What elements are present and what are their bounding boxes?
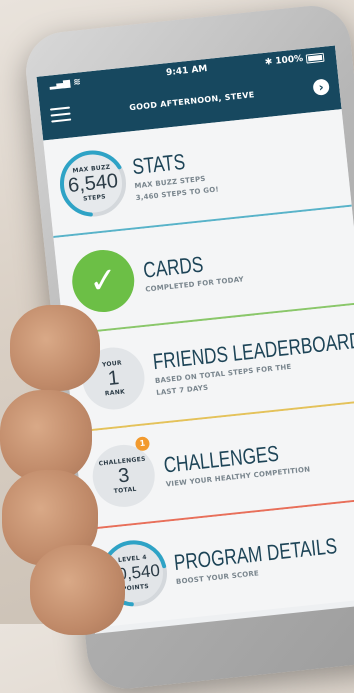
leaderboard-text: FRIENDS LEADERBOARD BASED ON TOTAL STEPS…: [152, 321, 354, 399]
stats-steps-badge: MAX BUZZ 6,540 STEPS: [58, 149, 128, 218]
program-text: PROGRAM DETAILS BOOST YOUR SCORE: [173, 528, 354, 588]
challenges-text: CHALLENGES VIEW YOUR HEALTHY COMPETITION: [163, 437, 314, 490]
challenges-badge-value: 3: [117, 464, 131, 488]
notification-badge: 1: [134, 436, 151, 452]
challenges-badge-bottom: TOTAL: [113, 485, 137, 496]
checkmark-icon: ✓: [69, 246, 138, 316]
forward-arrow-icon[interactable]: ›: [312, 78, 330, 96]
hand-finger-2: [0, 390, 92, 482]
stats-text: STATS MAX BUZZ STEPS 3,460 STEPS TO GO!: [131, 146, 219, 204]
hand-finger-1: [10, 305, 100, 391]
rank-badge-bottom: RANK: [104, 388, 126, 398]
rank-badge-value: 1: [106, 366, 121, 390]
challenges-badge: 1 CHALLENGES 3 TOTAL: [89, 436, 158, 510]
stats-progress-ring: [59, 150, 126, 217]
cards-text: CARDS COMPLETED FOR TODAY: [142, 247, 244, 295]
greeting-text: GOOD AFTERNOON, STEVE: [128, 89, 255, 112]
hand-finger-4: [30, 545, 125, 635]
hamburger-menu-icon[interactable]: [49, 106, 72, 123]
battery-icon: [305, 52, 325, 64]
